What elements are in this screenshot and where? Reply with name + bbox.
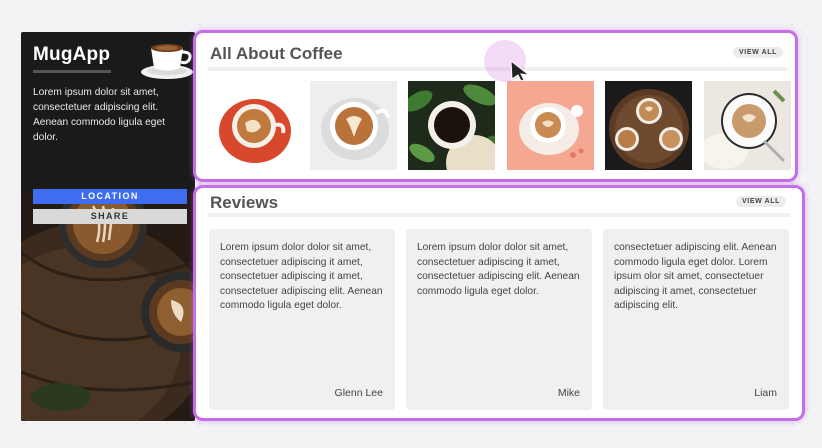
location-button[interactable]: LOCATION: [33, 189, 187, 204]
reviews-divider: [208, 213, 790, 217]
cursor-icon: [510, 59, 531, 81]
share-button[interactable]: SHARE: [33, 209, 187, 224]
review-text: consectetuer adipiscing elit. Aenean com…: [614, 242, 777, 312]
review-text: Lorem ipsum dolor dolor sit amet, consec…: [417, 242, 580, 297]
review-text: Lorem ipsum dolor dolor sit amet, consec…: [220, 242, 383, 312]
review-card: Lorem ipsum dolor dolor sit amet, consec…: [406, 229, 592, 410]
coffee-photo-1[interactable]: [211, 81, 298, 170]
coffee-photo-strip: [211, 81, 793, 170]
coffee-panel-title: All About Coffee: [210, 44, 343, 63]
mug-logo-icon: [141, 44, 193, 79]
reviews-panel-title: Reviews: [210, 193, 279, 212]
review-card: consectetuer adipiscing elit. Aenean com…: [603, 229, 789, 410]
review-author: Glenn Lee: [334, 387, 383, 399]
coffee-photo-6[interactable]: [704, 81, 791, 170]
review-author: Liam: [754, 387, 777, 399]
review-card: Lorem ipsum dolor dolor sit amet, consec…: [209, 229, 395, 410]
coffee-view-all-button[interactable]: VIEW ALL: [733, 47, 783, 58]
reviews-panel: Reviews VIEW ALL Lorem ipsum dolor dolor…: [193, 185, 805, 421]
app-brand: MugApp: [33, 44, 111, 65]
sidebar-background-photo: [21, 192, 195, 421]
coffee-photo-2[interactable]: [310, 81, 397, 170]
coffee-photo-3[interactable]: [408, 81, 495, 170]
coffee-photo-5[interactable]: [605, 81, 692, 170]
coffee-photo-4[interactable]: [507, 81, 594, 170]
sidebar-description: Lorem ipsum dolor sit amet, consectetuer…: [33, 87, 165, 143]
brand-underline: [33, 70, 111, 73]
reviews-view-all-button[interactable]: VIEW ALL: [736, 196, 786, 207]
review-author: Mike: [557, 387, 580, 399]
sidebar: MugApp Lorem ipsum dolor sit amet, conse…: [21, 32, 195, 421]
